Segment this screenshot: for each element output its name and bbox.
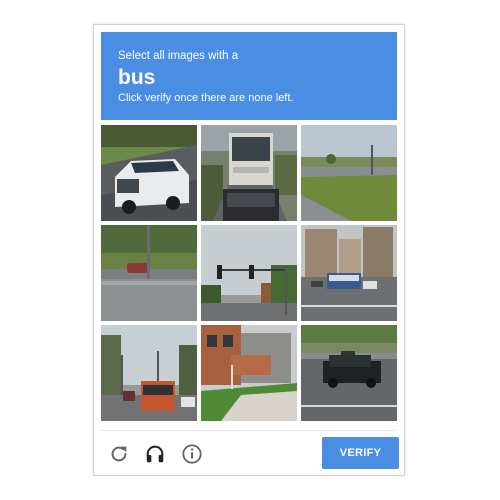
image-tile-3[interactable] <box>301 125 397 221</box>
image-tile-7[interactable] <box>101 325 197 421</box>
headphones-icon[interactable] <box>144 443 166 465</box>
instruction-subtext: Click verify once there are none left. <box>118 92 294 104</box>
image-tile-8[interactable] <box>201 325 297 421</box>
image-tile-1[interactable] <box>101 125 197 221</box>
tile-image <box>301 225 397 321</box>
tile-image <box>201 325 297 421</box>
tile-image <box>101 325 197 421</box>
instruction-text: Select all images with a <box>118 50 239 62</box>
footer-divider <box>101 430 397 431</box>
tile-image <box>201 125 297 221</box>
challenge-header: Select all images with a bus Click verif… <box>101 32 397 120</box>
captcha-widget: Select all images with a bus Click verif… <box>93 24 405 476</box>
tile-image <box>101 225 197 321</box>
tile-image <box>301 325 397 421</box>
image-tile-5[interactable] <box>201 225 297 321</box>
verify-button[interactable]: VERIFY <box>322 437 399 469</box>
image-tile-2[interactable] <box>201 125 297 221</box>
image-tile-4[interactable] <box>101 225 197 321</box>
challenge-keyword: bus <box>118 66 156 89</box>
image-grid <box>101 125 401 425</box>
image-tile-6[interactable] <box>301 225 397 321</box>
reload-icon[interactable] <box>108 443 130 465</box>
info-icon[interactable] <box>181 443 203 465</box>
image-tile-9[interactable] <box>301 325 397 421</box>
tile-image <box>201 225 297 321</box>
tile-image <box>101 125 197 221</box>
tile-image <box>301 125 397 221</box>
